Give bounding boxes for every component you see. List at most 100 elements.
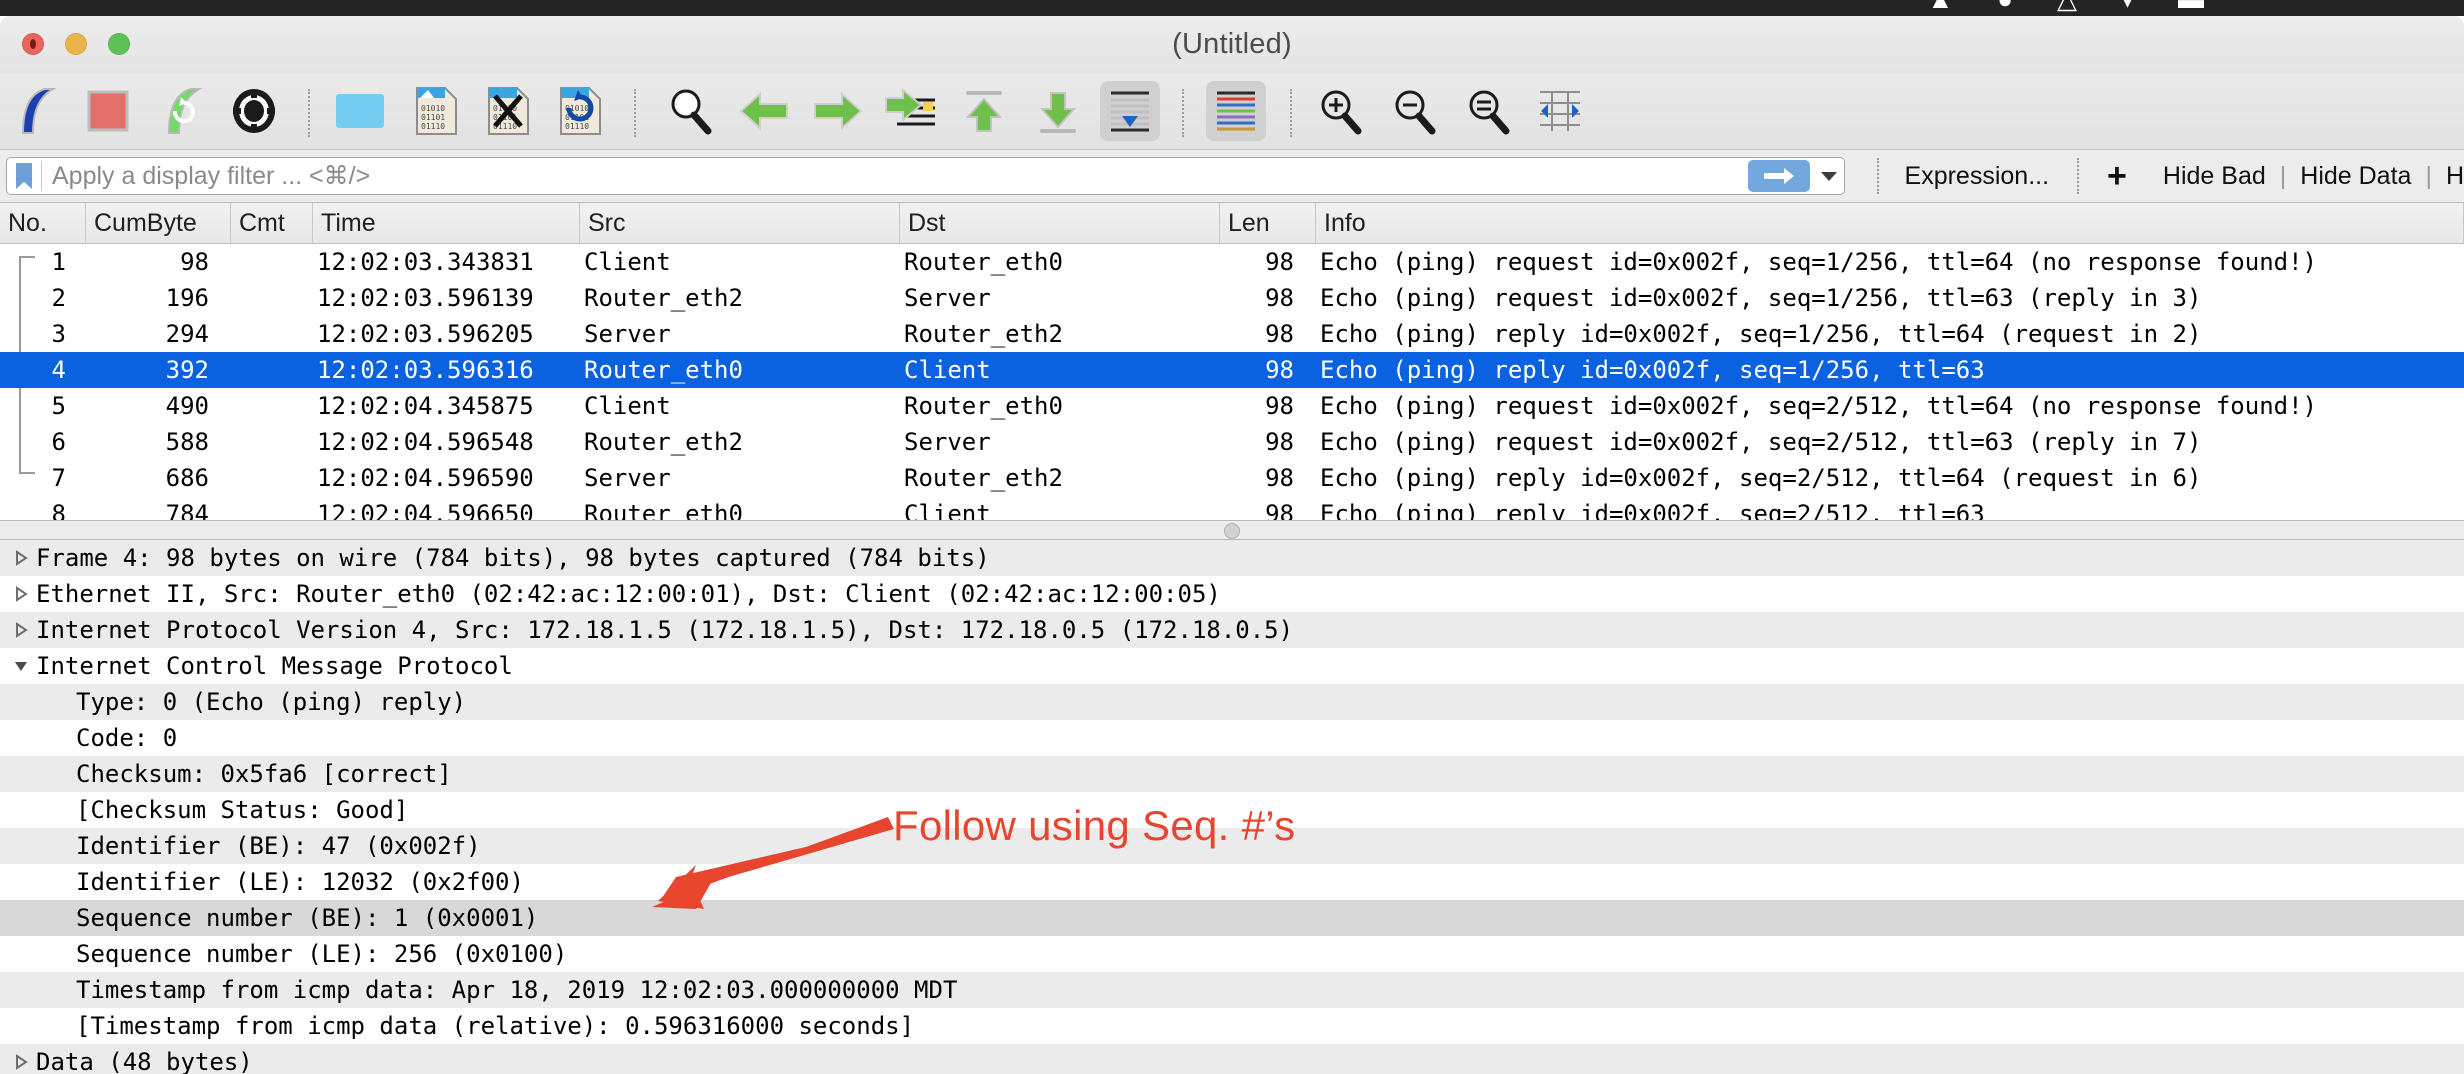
detail-row-label: Identifier (LE): 12032 (0x2f00) <box>76 868 524 896</box>
wireshark-window: (Untitled) 01010 01101 01110 01110 01010… <box>0 16 2464 1074</box>
go-to-first-icon[interactable] <box>954 81 1014 141</box>
packet-list-header: No. CumByte Cmt Time Src Dst Len Info <box>0 203 2464 244</box>
pane-splitter[interactable] <box>0 520 2464 540</box>
clock-icon[interactable]: △ <box>2057 0 2077 12</box>
detail-row-label: Checksum: 0x5fa6 [correct] <box>76 760 452 788</box>
chevron-down-icon[interactable] <box>10 659 32 673</box>
cell-no: 4 <box>51 356 66 384</box>
table-row[interactable]: 2 196 12:02:03.596139 Router_eth2 Server 98 Ec… <box>0 280 2464 316</box>
wifi-icon[interactable]: ▲ <box>1927 0 1953 12</box>
chevron-right-icon[interactable] <box>10 1054 32 1070</box>
capture-options-icon[interactable] <box>224 81 284 141</box>
column-header-dst[interactable]: Dst <box>900 203 1220 243</box>
start-capture-icon[interactable] <box>8 81 68 141</box>
detail-row[interactable]: Type: 0 (Echo (ping) reply) <box>0 684 2464 720</box>
filter-shortcut-hide-bad[interactable]: Hide Bad <box>2163 162 2266 191</box>
detail-row[interactable]: Identifier (LE): 12032 (0x2f00) <box>0 864 2464 900</box>
detail-row[interactable]: Ethernet II, Src: Router_eth0 (02:42:ac:… <box>0 576 2464 612</box>
search-input[interactable] <box>42 159 1748 193</box>
zoom-out-icon[interactable] <box>1384 81 1444 141</box>
cell-cum: 490 <box>165 392 209 420</box>
cell-dst: Router_eth2 <box>904 464 1063 492</box>
detail-row[interactable]: Internet Protocol Version 4, Src: 172.18… <box>0 612 2464 648</box>
detail-row[interactable]: Code: 0 <box>0 720 2464 756</box>
shortcut-divider-2: | <box>2425 161 2432 190</box>
open-file-icon[interactable] <box>330 81 390 141</box>
battery-icon[interactable]: ● <box>1997 0 2013 12</box>
save-file-icon[interactable]: 01010 01101 01110 <box>406 81 466 141</box>
cell-len: 98 <box>1265 464 1294 492</box>
detail-row[interactable]: Internet Control Message Protocol <box>0 648 2464 684</box>
cell-cum: 294 <box>165 320 209 348</box>
detail-row[interactable]: Data (48 bytes) <box>0 1044 2464 1074</box>
chevron-right-icon[interactable] <box>10 586 32 602</box>
detail-row-label: Ethernet II, Src: Router_eth0 (02:42:ac:… <box>36 580 1221 608</box>
cell-len: 98 <box>1265 284 1294 312</box>
detail-row[interactable]: Checksum: 0x5fa6 [correct] <box>0 756 2464 792</box>
zoom-in-icon[interactable] <box>1310 81 1370 141</box>
table-row[interactable]: 7 686 12:02:04.596590 Server Router_eth2 98 Ec… <box>0 460 2464 496</box>
colorize-icon[interactable] <box>1206 81 1266 141</box>
column-header-cum[interactable]: CumByte <box>86 203 231 243</box>
filter-shortcut-hide-data[interactable]: Hide Data <box>2300 162 2411 191</box>
detail-row[interactable]: [Timestamp from icmp data (relative): 0.… <box>0 1008 2464 1044</box>
table-row[interactable]: 6 588 12:02:04.596548 Router_eth2 Server 98 Ec… <box>0 424 2464 460</box>
stop-capture-icon[interactable] <box>78 81 138 141</box>
go-back-icon[interactable] <box>734 81 794 141</box>
apply-filter-button[interactable] <box>1747 160 1810 192</box>
column-header-no[interactable]: No. <box>0 203 86 243</box>
go-to-last-icon[interactable] <box>1028 81 1088 141</box>
expression-button[interactable]: Expression... <box>1905 162 2050 191</box>
zoom-reset-icon[interactable] <box>1458 81 1518 141</box>
chevron-right-icon[interactable] <box>10 622 32 638</box>
bookmark-icon[interactable] <box>7 162 41 190</box>
table-row[interactable]: 8 784 12:02:04.596650 Router_eth0 Client 98 Ec… <box>0 496 2464 520</box>
filter-shortcut-h[interactable]: H <box>2446 162 2464 191</box>
svg-text:01110: 01110 <box>565 122 589 131</box>
chevron-right-icon[interactable] <box>10 550 32 566</box>
splitter-grip[interactable] <box>1224 523 1240 539</box>
find-packet-icon[interactable] <box>660 81 720 141</box>
display-filter-field[interactable] <box>6 157 1845 195</box>
cell-dst: Router_eth0 <box>904 392 1063 420</box>
search-icon[interactable]: ▾ <box>2121 0 2134 12</box>
auto-scroll-icon[interactable] <box>1100 81 1160 141</box>
detail-row[interactable]: Timestamp from icmp data: Apr 18, 2019 1… <box>0 972 2464 1008</box>
svg-text:01010: 01010 <box>421 104 445 113</box>
table-row[interactable]: 1 98 12:02:03.343831 Client Router_eth0 98 Ech… <box>0 244 2464 280</box>
cell-cum: 196 <box>165 284 209 312</box>
detail-row[interactable]: Frame 4: 98 bytes on wire (784 bits), 98… <box>0 540 2464 576</box>
reload-file-icon[interactable]: 01010 01101 01110 <box>550 81 610 141</box>
go-to-packet-icon[interactable] <box>880 81 940 141</box>
cell-time: 12:02:03.596205 <box>317 320 534 348</box>
shortcut-divider-1: | <box>2279 161 2287 190</box>
column-header-time[interactable]: Time <box>313 203 580 243</box>
filter-bar-separator-2 <box>2077 158 2080 194</box>
detail-row[interactable]: Sequence number (LE): 256 (0x0100) <box>0 936 2464 972</box>
table-row[interactable]: 5 490 12:02:04.345875 Client Router_eth0 98 Ec… <box>0 388 2464 424</box>
cell-no: 7 <box>51 464 66 492</box>
cell-time: 12:02:04.596548 <box>317 428 534 456</box>
column-header-cmt[interactable]: Cmt <box>231 203 313 243</box>
add-filter-button[interactable]: + <box>2107 157 2127 196</box>
cell-src: Client <box>584 248 671 276</box>
display-filter-bar: Expression... + Hide Bad | Hide Data | H <box>0 150 2464 203</box>
column-header-src[interactable]: Src <box>580 203 900 243</box>
column-header-len[interactable]: Len <box>1220 203 1316 243</box>
table-row[interactable]: 4 392 12:02:03.596316 Router_eth0 Client 98 Ec… <box>0 352 2464 388</box>
chevron-down-icon[interactable] <box>1814 170 1844 182</box>
detail-row[interactable]: Sequence number (BE): 1 (0x0001) <box>0 900 2464 936</box>
detail-row-label: [Checksum Status: Good] <box>76 796 409 824</box>
main-toolbar: 010100110101110 010100110101110 01010011… <box>0 73 2464 150</box>
toolbar-separator-1 <box>308 89 310 137</box>
table-row[interactable]: 3 294 12:02:03.596205 Server Router_eth2 98 Ec… <box>0 316 2464 352</box>
restart-capture-icon[interactable] <box>154 81 214 141</box>
resize-columns-icon[interactable] <box>1530 81 1590 141</box>
cell-src: Router_eth2 <box>584 284 743 312</box>
menu-extra-icon[interactable]: ▬ <box>2178 0 2204 12</box>
packet-list[interactable]: 1 98 12:02:03.343831 Client Router_eth0 98 Ech… <box>0 244 2464 520</box>
toolbar-separator-3 <box>1182 89 1184 137</box>
go-forward-icon[interactable] <box>808 81 868 141</box>
column-header-info[interactable]: Info <box>1316 203 2464 243</box>
close-file-icon[interactable]: 010100110101110 <box>478 81 538 141</box>
